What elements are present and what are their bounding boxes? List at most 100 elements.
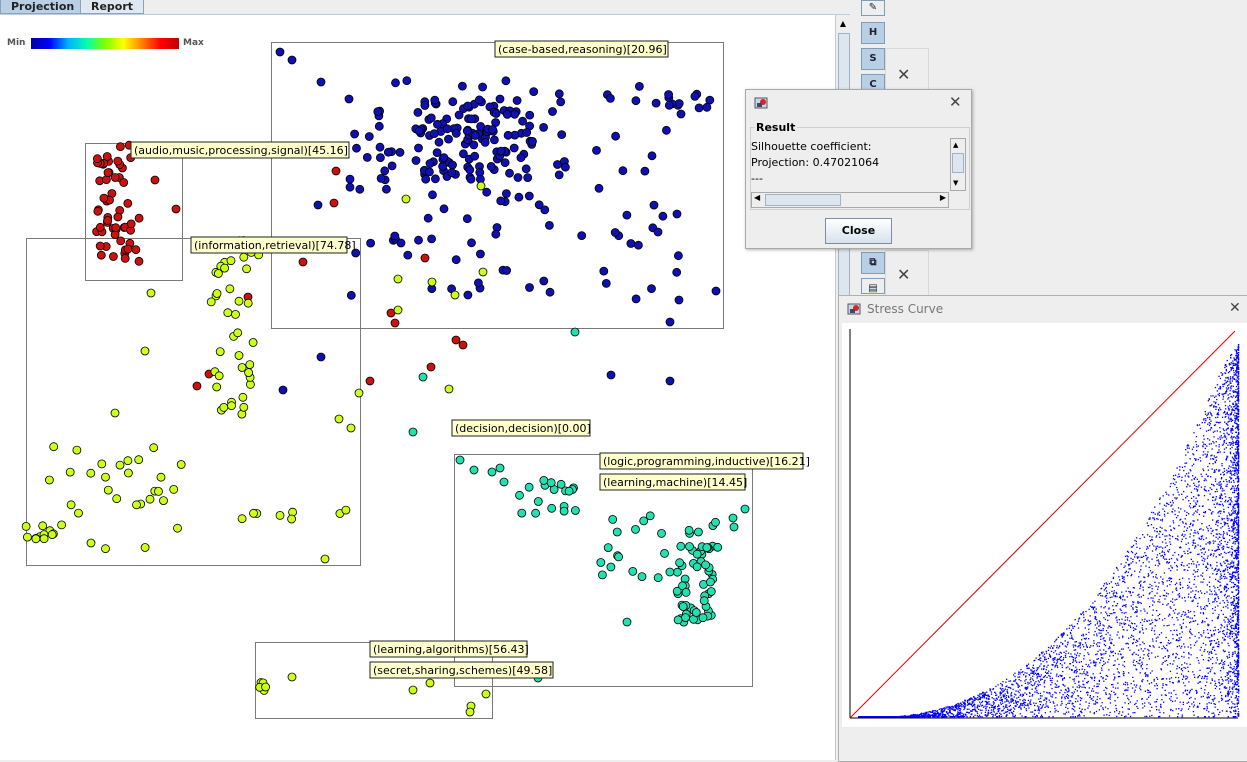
document-point[interactable] xyxy=(154,486,163,496)
document-point[interactable] xyxy=(706,577,715,587)
document-point[interactable] xyxy=(110,408,120,418)
document-point[interactable] xyxy=(496,196,506,206)
document-point[interactable] xyxy=(664,100,674,110)
document-point[interactable] xyxy=(93,206,103,216)
document-point[interactable] xyxy=(219,402,229,412)
document-point[interactable] xyxy=(86,468,96,478)
document-point[interactable] xyxy=(516,153,526,163)
document-point[interactable] xyxy=(649,200,659,210)
document-point[interactable] xyxy=(97,459,107,469)
document-point[interactable] xyxy=(672,267,682,277)
document-point[interactable] xyxy=(691,608,701,617)
document-point[interactable] xyxy=(421,174,431,184)
document-point[interactable] xyxy=(481,689,491,699)
document-point[interactable] xyxy=(603,543,613,552)
document-point[interactable] xyxy=(428,190,437,200)
document-point[interactable] xyxy=(171,204,181,214)
document-point[interactable] xyxy=(352,143,361,153)
scroll-left-icon[interactable]: ◀ xyxy=(754,193,760,202)
document-point[interactable] xyxy=(664,90,673,99)
document-point[interactable] xyxy=(491,109,501,118)
document-point[interactable] xyxy=(631,96,641,106)
document-point[interactable] xyxy=(424,167,434,177)
document-point[interactable] xyxy=(611,131,620,141)
document-point[interactable] xyxy=(524,191,534,201)
document-point[interactable] xyxy=(740,504,750,514)
document-point[interactable] xyxy=(515,490,524,500)
document-point[interactable] xyxy=(684,525,694,535)
document-point[interactable] xyxy=(478,82,488,92)
document-point[interactable] xyxy=(414,235,423,245)
document-point[interactable] xyxy=(517,508,527,518)
document-point[interactable] xyxy=(350,129,360,139)
document-point[interactable] xyxy=(439,153,449,163)
document-point[interactable] xyxy=(657,529,666,538)
document-point[interactable] xyxy=(474,95,484,105)
close-icon[interactable]: ✕ xyxy=(1229,300,1241,316)
document-point[interactable] xyxy=(463,290,473,300)
document-point[interactable] xyxy=(66,500,76,510)
document-point[interactable] xyxy=(375,142,385,152)
document-point[interactable] xyxy=(444,384,454,394)
document-point[interactable] xyxy=(690,92,700,101)
document-point[interactable] xyxy=(505,168,514,178)
document-point[interactable] xyxy=(559,506,569,516)
document-point[interactable] xyxy=(395,147,405,157)
document-point[interactable] xyxy=(123,456,133,466)
document-point[interactable] xyxy=(448,160,457,170)
document-point[interactable] xyxy=(287,514,297,524)
document-point[interactable] xyxy=(57,520,66,530)
document-point[interactable] xyxy=(134,455,144,465)
document-point[interactable] xyxy=(480,137,490,147)
document-point[interactable] xyxy=(408,685,418,695)
document-point[interactable] xyxy=(469,465,479,475)
document-point[interactable] xyxy=(606,94,615,103)
document-point[interactable] xyxy=(169,484,179,494)
document-point[interactable] xyxy=(608,515,618,524)
document-point[interactable] xyxy=(119,178,129,187)
scrollbar-thumb[interactable] xyxy=(765,194,841,206)
document-point[interactable] xyxy=(529,87,539,96)
document-point[interactable] xyxy=(692,562,702,572)
document-point[interactable] xyxy=(123,244,133,254)
document-point[interactable] xyxy=(346,423,356,433)
document-point[interactable] xyxy=(345,182,355,192)
document-point[interactable] xyxy=(577,231,587,241)
document-point[interactable] xyxy=(634,240,643,250)
document-point[interactable] xyxy=(457,81,467,91)
document-point[interactable] xyxy=(699,596,709,606)
document-point[interactable] xyxy=(554,89,564,99)
document-point[interactable] xyxy=(681,613,690,622)
document-point[interactable] xyxy=(362,152,372,162)
edit-icon[interactable]: ✎ xyxy=(861,0,885,16)
document-point[interactable] xyxy=(287,55,297,65)
document-point[interactable] xyxy=(173,523,182,533)
document-point[interactable] xyxy=(501,189,511,199)
document-point[interactable] xyxy=(239,252,249,262)
document-point[interactable] xyxy=(442,124,452,134)
document-point[interactable] xyxy=(423,213,433,223)
document-point[interactable] xyxy=(622,617,632,627)
document-point[interactable] xyxy=(522,128,532,137)
close-icon[interactable]: ✕ xyxy=(897,65,910,84)
document-point[interactable] xyxy=(39,534,49,544)
document-point[interactable] xyxy=(261,682,271,692)
document-point[interactable] xyxy=(628,567,638,576)
document-point[interactable] xyxy=(653,227,663,237)
document-point[interactable] xyxy=(146,288,156,298)
toolbar-button-h[interactable]: H xyxy=(861,22,885,44)
document-point[interactable] xyxy=(390,231,400,241)
document-point[interactable] xyxy=(626,239,636,248)
document-point[interactable] xyxy=(113,212,123,222)
document-point[interactable] xyxy=(711,517,720,527)
document-point[interactable] xyxy=(225,284,235,294)
document-point[interactable] xyxy=(99,193,109,203)
document-point[interactable] xyxy=(523,173,533,183)
document-point[interactable] xyxy=(702,543,712,552)
document-point[interactable] xyxy=(524,482,534,492)
document-point[interactable] xyxy=(231,309,240,319)
document-point[interactable] xyxy=(248,338,258,347)
document-point[interactable] xyxy=(545,220,554,230)
document-point[interactable] xyxy=(635,82,644,91)
document-point[interactable] xyxy=(156,472,166,482)
